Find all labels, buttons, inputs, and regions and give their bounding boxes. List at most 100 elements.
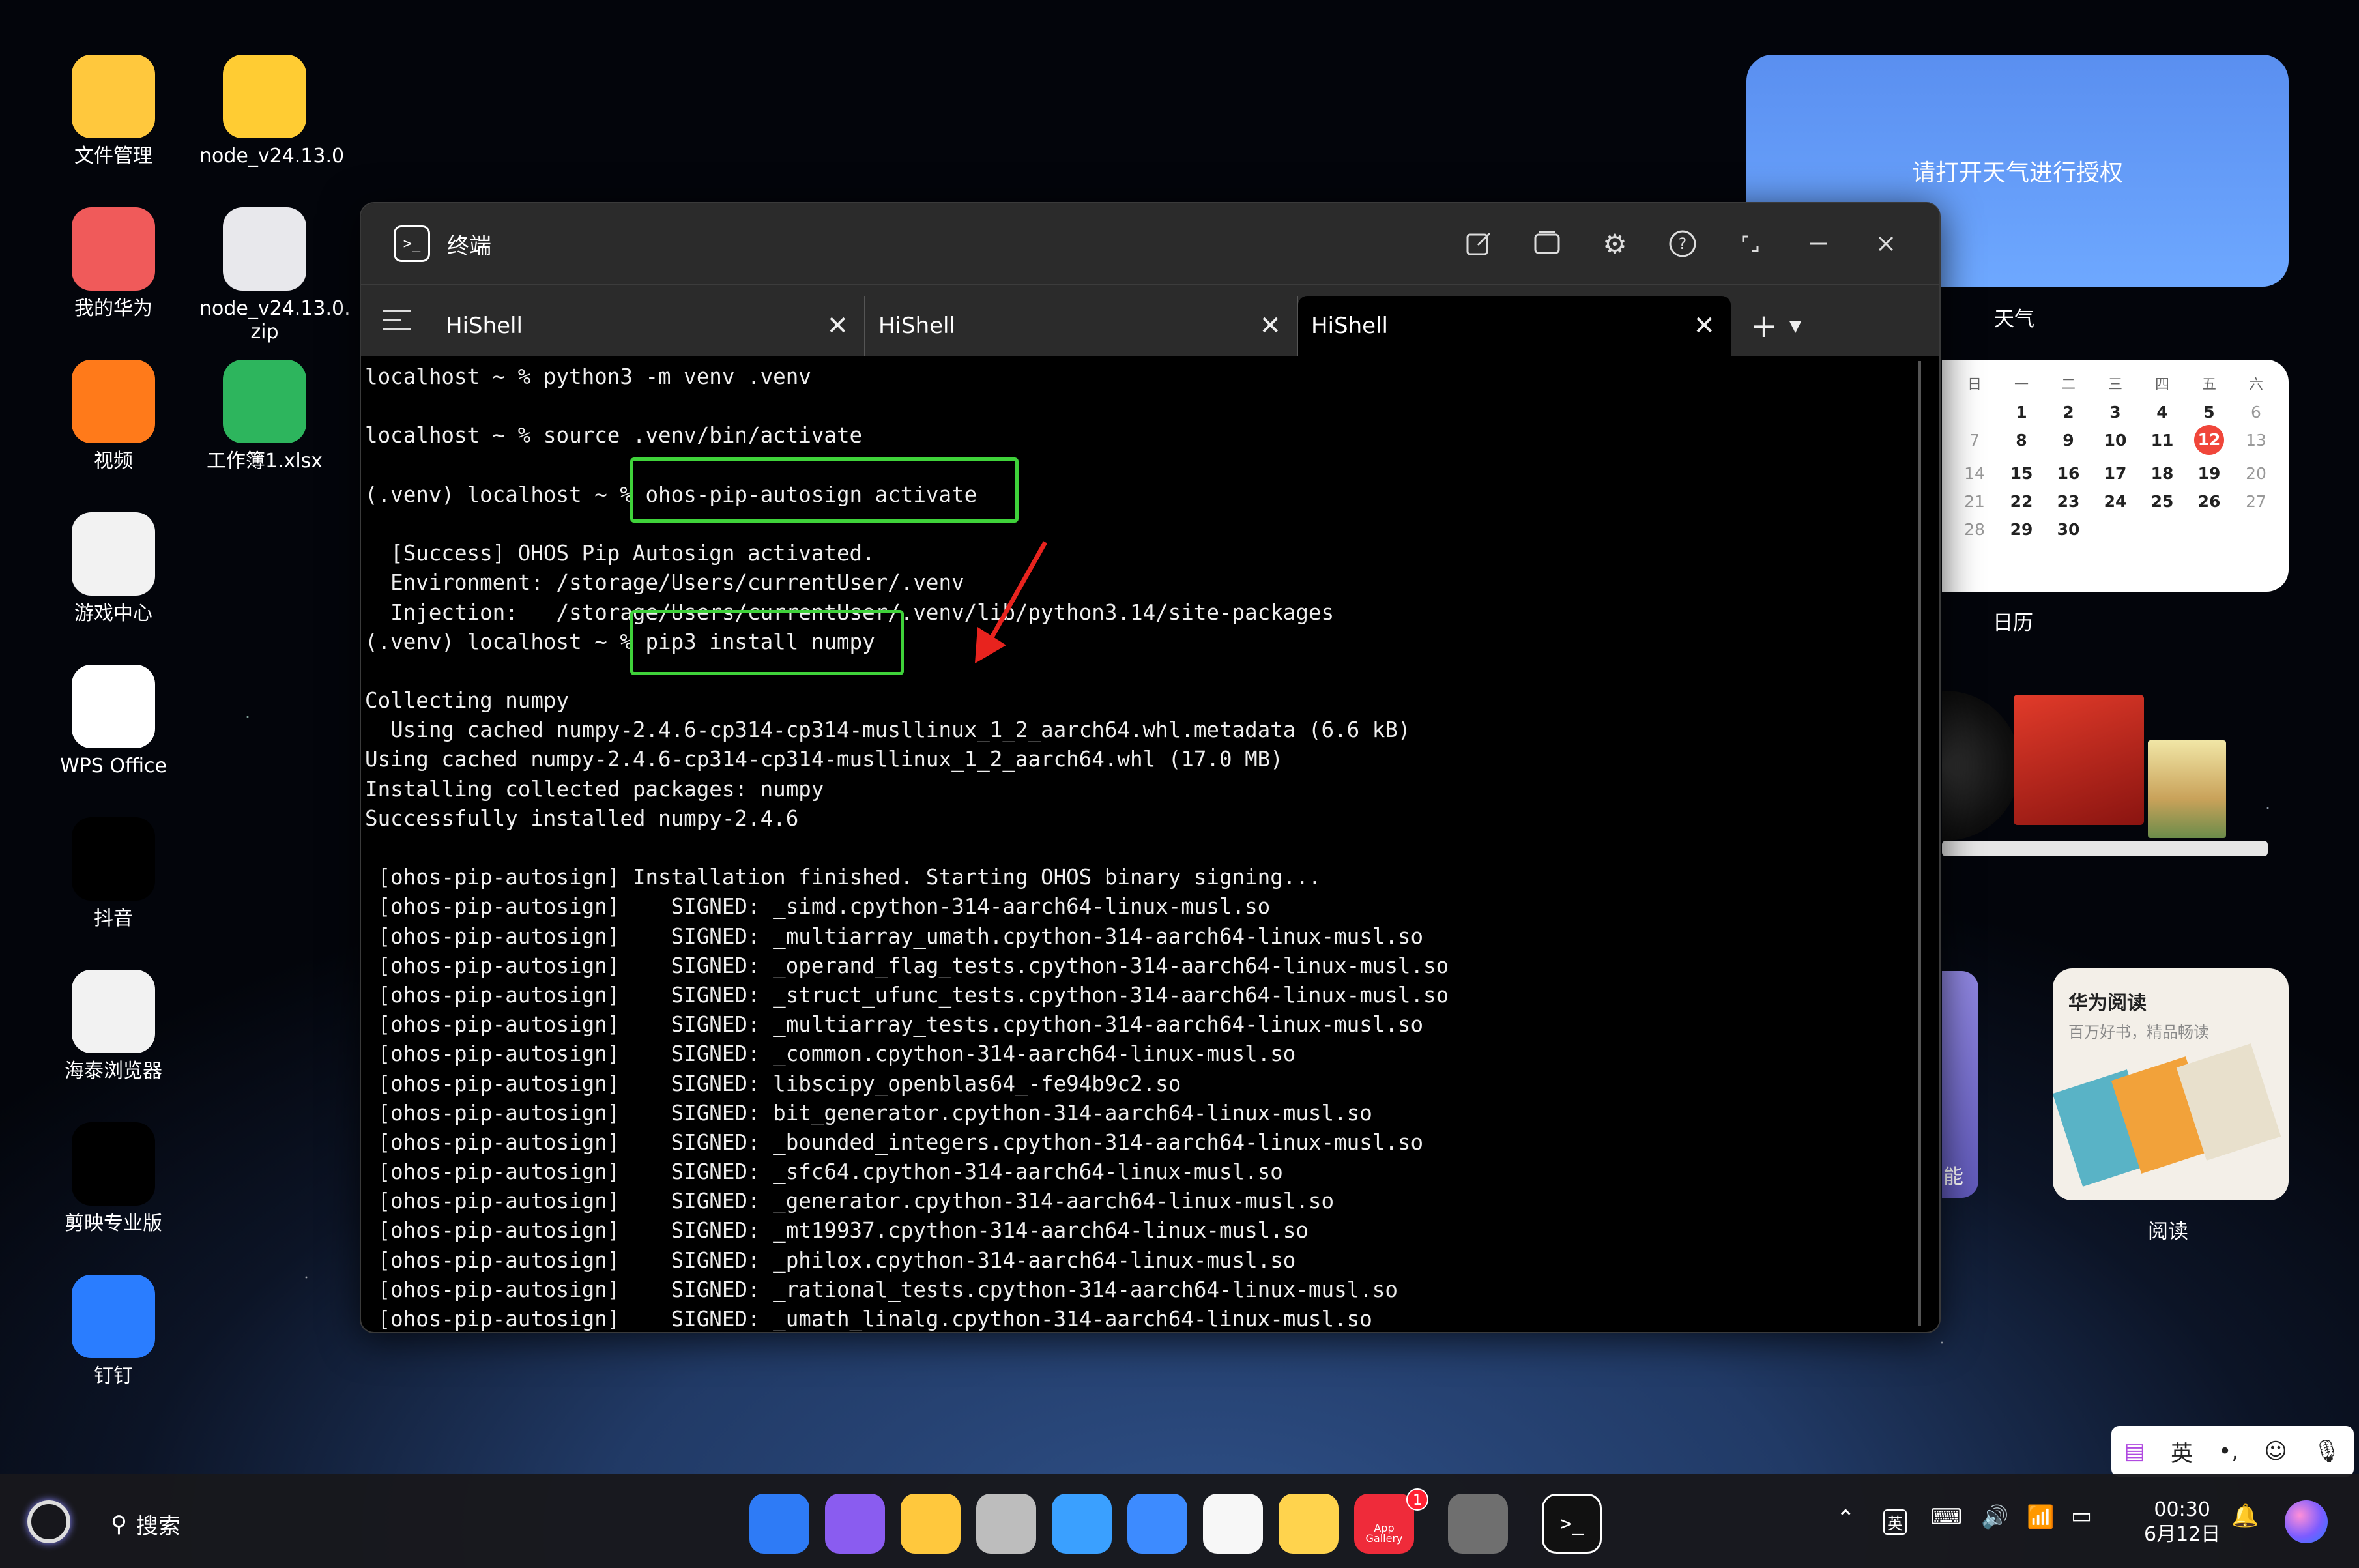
partial-label: 能 xyxy=(1943,1165,1963,1189)
dingtalk-icon xyxy=(72,1275,155,1358)
terminal-output[interactable]: localhost ~ % python3 -m venv .venv local… xyxy=(361,356,1939,1332)
terminal-line: [ohos-pip-autosign] SIGNED: _operand_fla… xyxy=(365,953,1449,978)
terminal-line: Installing collected packages: numpy xyxy=(365,776,824,802)
maximize-icon[interactable] xyxy=(1729,223,1771,265)
desktop-icon-3[interactable]: 游戏中心 xyxy=(48,512,179,626)
start-button-icon[interactable] xyxy=(27,1500,70,1543)
split-view-icon[interactable] xyxy=(1526,223,1568,265)
ime-punct-button[interactable]: •, xyxy=(2218,1438,2238,1464)
close-icon[interactable] xyxy=(1865,223,1907,265)
terminal-line: [Success] OHOS Pip Autosign activated. xyxy=(365,541,875,566)
help-icon[interactable]: ? xyxy=(1662,223,1703,265)
tab-close-icon[interactable]: ✕ xyxy=(1693,311,1715,341)
reading-title: 华为阅读 xyxy=(2068,992,2147,1015)
battery-icon[interactable]: ▭ xyxy=(2071,1503,2092,1529)
album-cover xyxy=(2148,740,2226,838)
reading-widget[interactable]: 华为阅读 百万好书，精品畅读 xyxy=(2053,968,2289,1200)
calendar-day: 25 xyxy=(2150,492,2174,511)
desktop-icon-1[interactable]: 我的华为 xyxy=(48,207,179,321)
volume-icon[interactable]: 🔊 xyxy=(1981,1504,2008,1530)
music-widget[interactable] xyxy=(1942,691,2270,865)
terminal-line: [ohos-pip-autosign] SIGNED: _struct_ufun… xyxy=(365,982,1449,1008)
desktop-icon-label: node_v24.13.0. zip xyxy=(199,297,351,343)
mail-icon[interactable] xyxy=(1127,1494,1187,1554)
files-icon[interactable] xyxy=(901,1494,961,1554)
tab-hishell-1[interactable]: HiShell ✕ xyxy=(433,296,865,356)
terminal-icon[interactable]: >_ xyxy=(1542,1494,1602,1554)
calendar-cell: 7 xyxy=(1951,431,1998,455)
ime-language-button[interactable]: 英 xyxy=(2171,1436,2193,1468)
desktop-icon-2-1[interactable]: node_v24.13.0. zip xyxy=(199,207,351,344)
settings-icon[interactable]: ⚙ xyxy=(1594,223,1636,265)
expand-tray-icon[interactable]: ⌃ xyxy=(1836,1505,1855,1532)
ime-indicator[interactable]: 英 xyxy=(1883,1509,1907,1535)
trash-icon[interactable] xyxy=(976,1494,1036,1554)
desktop-icon-label: 剪映专业版 xyxy=(65,1212,162,1235)
calendar-cell: 30 xyxy=(2045,520,2092,539)
clipboard-icon[interactable]: ▤ xyxy=(2124,1438,2145,1464)
menu-icon[interactable] xyxy=(361,284,433,356)
new-tab-button[interactable]: + ▼ xyxy=(1731,296,1801,356)
multitask-icon[interactable] xyxy=(825,1494,885,1554)
desktop-icon-6[interactable]: 海泰浏览器 xyxy=(48,970,179,1083)
clipboard-tray-icon[interactable]: ⌨ xyxy=(1930,1504,1962,1530)
tab-hishell-2[interactable]: HiShell ✕ xyxy=(865,296,1298,356)
wifi-icon[interactable]: 📶 xyxy=(2027,1504,2054,1530)
calendar-cell: 12 xyxy=(2186,425,2233,455)
album-cover xyxy=(2014,695,2144,825)
tab-hishell-3[interactable]: HiShell ✕ xyxy=(1298,296,1731,356)
browser-icon[interactable] xyxy=(1052,1494,1112,1554)
photos-icon[interactable] xyxy=(1203,1494,1263,1554)
settings-icon[interactable] xyxy=(1448,1494,1508,1554)
scrollbar[interactable] xyxy=(1918,361,1921,1326)
desktop-icon-2-0[interactable]: node_v24.13.0 xyxy=(199,55,344,168)
terminal-window[interactable]: >_ 终端 ⚙ ? HiShell ✕ HiShell ✕ HiShell ✕ + ▼ lo… xyxy=(360,202,1941,1333)
terminal-line: (.venv) localhost ~ % ohos-pip-autosign … xyxy=(365,482,977,507)
calendar-day: 9 xyxy=(2062,431,2074,450)
calendar-cell: 1 xyxy=(1998,403,2045,422)
vinyl-record xyxy=(1942,691,2020,841)
calendar-cell: 20 xyxy=(2233,464,2279,483)
assistant-icon[interactable] xyxy=(2285,1500,2328,1543)
terminal-line: (.venv) localhost ~ % pip3 install numpy xyxy=(365,629,875,654)
clock-date: 6月12日 xyxy=(2144,1523,2221,1546)
terminal-titlebar[interactable]: >_ 终端 ⚙ ? xyxy=(361,203,1939,284)
clock[interactable]: 00:30 6月12日 xyxy=(2144,1498,2220,1547)
tab-close-icon[interactable]: ✕ xyxy=(1259,311,1281,341)
calendar-cell: 23 xyxy=(2045,492,2092,511)
desktop-icon-8[interactable]: 钉钉 xyxy=(48,1275,179,1388)
desktop-icon-2-2[interactable]: 工作簿1.xlsx xyxy=(199,360,330,473)
desktop-icon-label: WPS Office xyxy=(60,755,167,777)
calendar-day: 7 xyxy=(1969,431,1980,450)
tab-close-icon[interactable]: ✕ xyxy=(826,311,848,341)
calendar-day: 1 xyxy=(2016,403,2027,422)
terminal-line: [ohos-pip-autosign] SIGNED: _multiarray_… xyxy=(365,1012,1424,1038)
desktop-icon-4[interactable]: WPS Office xyxy=(48,665,179,778)
chevron-down-icon: ▼ xyxy=(1789,317,1802,335)
notes-icon[interactable] xyxy=(1279,1494,1339,1554)
calendar-day: 2 xyxy=(2062,403,2074,422)
desktop-icon-0[interactable]: 文件管理 xyxy=(48,55,179,168)
desktop-icon-label: 钉钉 xyxy=(94,1365,133,1387)
notification-badge: 1 xyxy=(1406,1488,1428,1511)
app-gallery-icon[interactable]: App Gallery xyxy=(1354,1494,1414,1554)
app-center-icon[interactable] xyxy=(749,1494,809,1554)
terminal-line: [ohos-pip-autosign] Installation finishe… xyxy=(365,865,1322,890)
minimize-icon[interactable] xyxy=(1797,223,1839,265)
new-window-icon[interactable] xyxy=(1458,223,1500,265)
desktop-icon-7[interactable]: 剪映专业版 xyxy=(48,1122,179,1236)
highlight-box xyxy=(630,457,1019,523)
search-button[interactable]: ⚲ 搜索 xyxy=(111,1508,181,1540)
excel-icon xyxy=(223,360,306,443)
terminal-line: [ohos-pip-autosign] SIGNED: _mt19937.cpy… xyxy=(365,1218,1309,1243)
desktop-icon-2[interactable]: 视频 xyxy=(48,360,179,473)
calendar-day: 11 xyxy=(2150,431,2174,450)
calendar-cell: 8 xyxy=(1998,431,2045,455)
calendar-widget[interactable]: 日一二三四五六 1 2 3 4 5 6 7 8 9 10 11 12 13 14 15 16 17 18 19 20 21… xyxy=(1942,360,2289,592)
tab-label: HiShell xyxy=(1311,313,1388,339)
desktop-icon-5[interactable]: 抖音 xyxy=(48,817,179,931)
emoji-icon[interactable]: ☺ xyxy=(2264,1438,2287,1464)
notification-bell-icon[interactable]: 🔔 xyxy=(2231,1503,2259,1529)
microphone-icon[interactable]: 🎙 xyxy=(2313,1438,2341,1464)
